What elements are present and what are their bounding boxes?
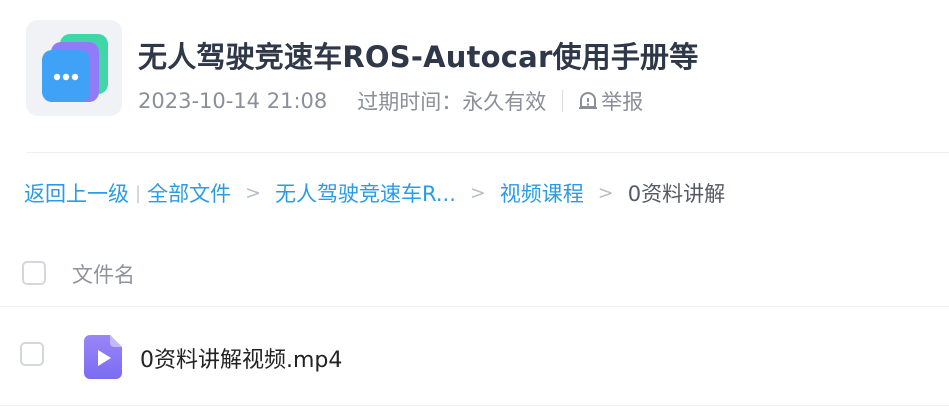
breadcrumb-current: 0资料讲解: [627, 182, 726, 206]
breadcrumb-arrow: >: [245, 182, 261, 204]
share-meta: 2023-10-14 21:08 过期时间：永久有效 举报: [138, 86, 643, 116]
share-logo: [26, 20, 122, 116]
share-date: 2023-10-14 21:08: [138, 89, 328, 113]
breadcrumb-folder[interactable]: 无人驾驶竞速车R...: [275, 178, 456, 208]
breadcrumb-arrow: >: [469, 182, 486, 204]
breadcrumb: 返回上一级 | 全部文件 > 无人驾驶竞速车R... > 视频课程 > 0资料讲…: [24, 178, 725, 208]
meta-separator: [562, 90, 564, 112]
chat-folder-icon: [42, 34, 108, 102]
breadcrumb-video-course[interactable]: 视频课程: [500, 178, 584, 208]
report-label: 举报: [601, 90, 644, 114]
column-file-name: 文件名: [72, 263, 135, 287]
video-file-icon: [84, 335, 122, 379]
breadcrumb-arrow: >: [597, 182, 614, 204]
breadcrumb-all-files[interactable]: 全部文件: [147, 178, 231, 208]
breadcrumb-bar: |: [135, 182, 142, 204]
file-name[interactable]: 0资料讲解视频.mp4: [140, 342, 342, 374]
share-title: 无人驾驶竞速车ROS-Autocar使用手册等: [138, 40, 699, 74]
file-row[interactable]: 0资料讲解视频.mp4: [0, 307, 949, 406]
header-divider: [26, 152, 949, 153]
select-all-checkbox[interactable]: [22, 261, 46, 285]
file-list-header: 文件名: [0, 244, 949, 307]
back-link[interactable]: 返回上一级: [24, 178, 129, 208]
share-header: 无人驾驶竞速车ROS-Autocar使用手册等 2023-10-14 21:08…: [26, 20, 949, 120]
expiry-text: 过期时间：永久有效: [357, 90, 547, 114]
report-icon: [579, 92, 598, 109]
file-checkbox[interactable]: [20, 342, 44, 366]
report-button[interactable]: 举报: [577, 86, 643, 116]
